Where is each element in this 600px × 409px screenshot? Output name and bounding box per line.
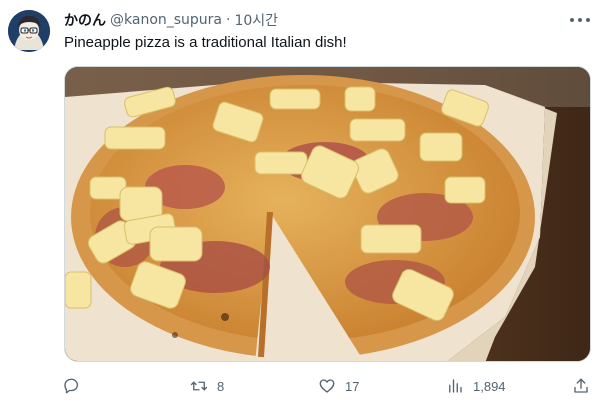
retweet-count: 8 — [217, 378, 225, 394]
avatar[interactable] — [8, 10, 50, 52]
like-count: 17 — [345, 378, 360, 394]
heart-icon — [319, 379, 335, 393]
retweet-icon — [190, 381, 208, 391]
like-button[interactable]: 17 — [318, 372, 359, 400]
reply-button[interactable] — [62, 372, 89, 400]
tweet-timestamp[interactable]: 10시간 — [234, 10, 278, 30]
share-icon — [574, 378, 588, 393]
share-button[interactable] — [572, 372, 590, 400]
views-count: 1,894 — [473, 378, 506, 394]
avatar-image — [8, 10, 50, 52]
views-button[interactable]: 1,894 — [446, 372, 506, 400]
reply-icon — [64, 378, 79, 394]
tweet-actions: 8 17 1,894 — [60, 372, 595, 400]
header-separator: · — [226, 12, 231, 28]
more-dots-icon[interactable] — [570, 12, 590, 28]
tweet-header: かのん @kanon_supura · 10시간 — [64, 10, 278, 30]
author-handle[interactable]: @kanon_supura — [110, 12, 222, 28]
retweet-button[interactable]: 8 — [190, 372, 224, 400]
author-display-name[interactable]: かのん — [64, 10, 106, 30]
tweet[interactable]: かのん @kanon_supura · 10시간 Pineapple pizza… — [0, 0, 600, 409]
pizza-photo — [65, 67, 590, 361]
tweet-photo[interactable] — [64, 66, 591, 362]
tweet-text: Pineapple pizza is a traditional Italian… — [64, 34, 347, 51]
views-chart-icon — [449, 379, 462, 393]
